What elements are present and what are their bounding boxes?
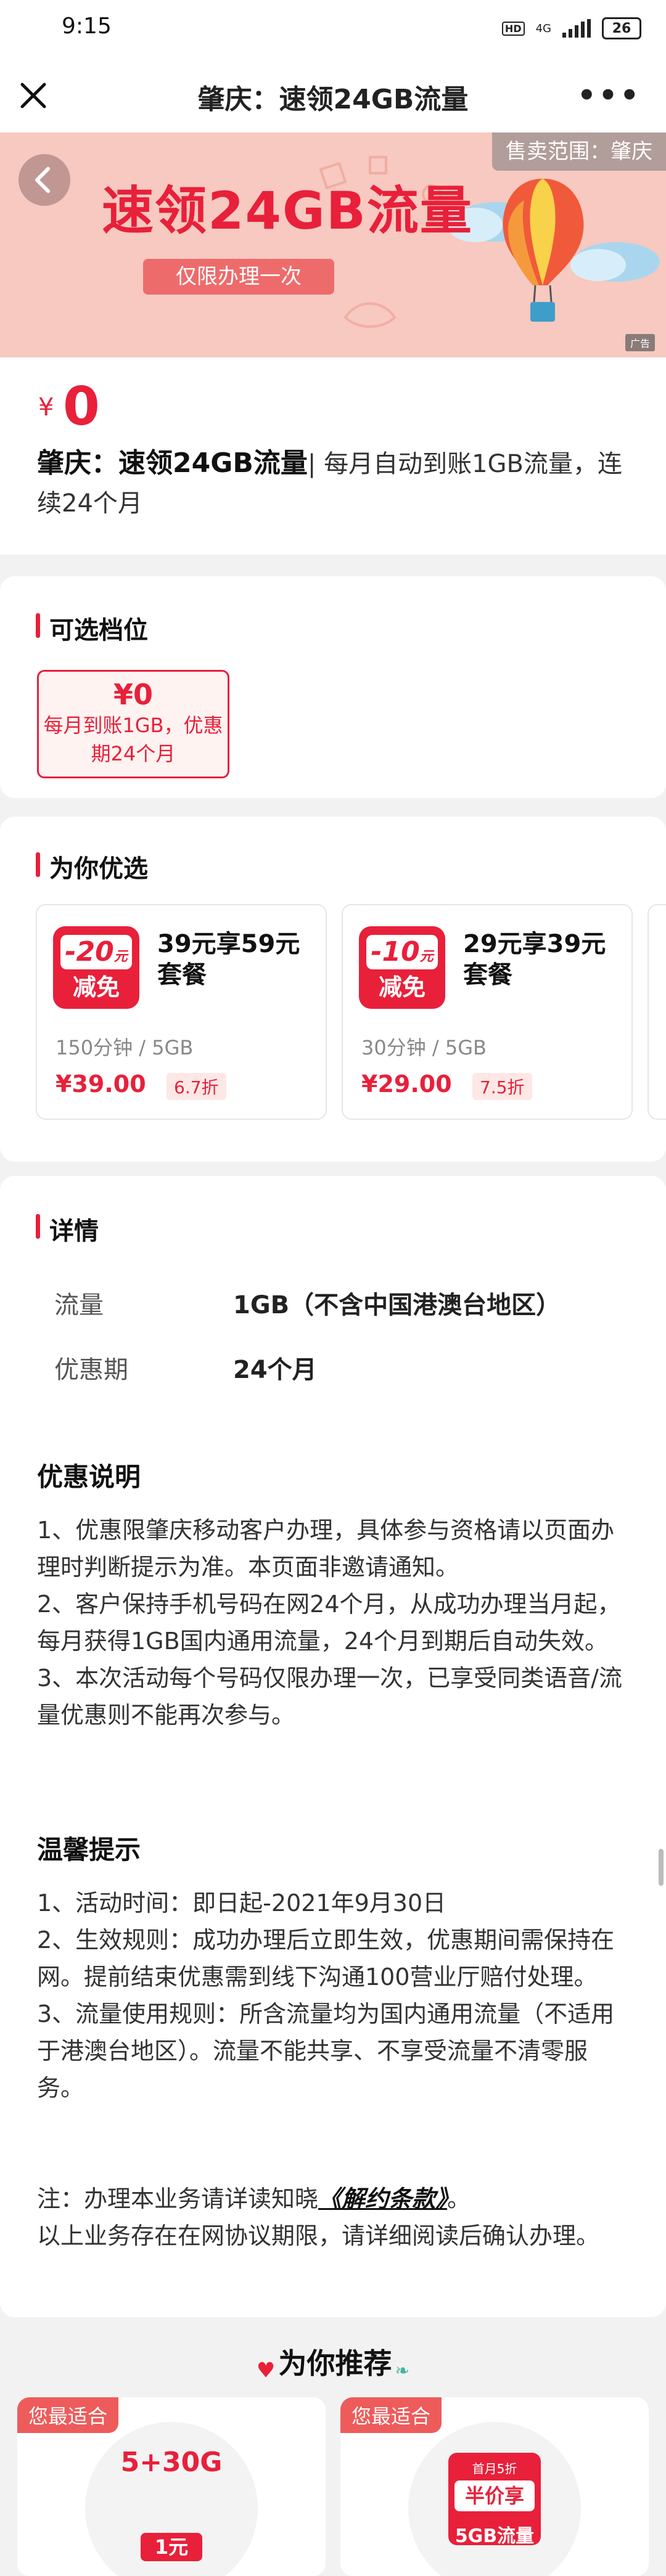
scrollbar-thumb[interactable] — [659, 1849, 664, 1886]
more-icon: ••• — [577, 78, 641, 113]
heart-icon: ♥ — [256, 2358, 276, 2383]
package-card-partial[interactable] — [648, 904, 666, 1120]
badge-amount: -20 — [65, 936, 114, 968]
section-accent-bar — [36, 613, 40, 638]
section-title-recommend: 为你优选 — [49, 855, 148, 883]
signal-icon — [562, 19, 591, 38]
detail-label-period: 优惠期 — [54, 1356, 128, 1384]
discount-badge: -10元 减免 — [359, 926, 445, 1009]
package-card[interactable]: -10元 减免 29元享39元套餐 30分钟 / 5GB ¥29.00 7.5折 — [342, 904, 633, 1120]
offer-item: 3、本次活动每个号码仅限办理一次，已享受同类语音/流量优惠则不能再次参与。 — [37, 1665, 622, 1729]
price-symbol: ¥ — [38, 393, 54, 422]
page-title: 肇庆：速领24GB流量 — [197, 84, 469, 115]
badge-unit: 元 — [419, 949, 434, 964]
detail-value-period: 24个月 — [233, 1356, 317, 1384]
bottom-recommend-header: ♥ 为你推荐 ❧ — [0, 2336, 666, 2391]
tips-item: 3、流量使用规则：所含流量均为国内通用流量（不适用于港澳台地区）。流量不能共享、… — [37, 2000, 615, 2101]
close-icon — [20, 83, 46, 108]
ad-tag: 广告 — [625, 334, 655, 351]
chevron-left-icon — [35, 167, 50, 193]
card-sub: 1元 — [141, 2533, 202, 2561]
note-suffix: 。 — [447, 2185, 471, 2212]
banner-title: 速领24GB流量 — [102, 181, 473, 241]
offer-title: 优惠说明 — [37, 1462, 141, 1492]
terms-link[interactable]: 《解约条款》 — [318, 2185, 447, 2212]
recommend-section: 为你优选 -20元 减免 39元享59元套餐 150分钟 / 5GB ¥39.0… — [0, 817, 666, 1162]
tier-option[interactable]: ¥0 每月到账1GB，优惠期24个月 — [37, 670, 229, 778]
card-sub: 5GB流量 — [454, 2525, 535, 2547]
status-time: 9:15 — [62, 14, 112, 39]
sale-region-badge: 售卖范围：肇庆 — [492, 132, 666, 171]
note-line-2: 以上业务存在在网协议期限，请详细阅读后确认办理。 — [37, 2222, 600, 2249]
tips-item: 1、活动时间：即日起-2021年9月30日 — [37, 1889, 446, 1917]
card-headline: 半价享 — [454, 2480, 535, 2511]
status-bar: 9:15 HD 4G 26 — [0, 0, 666, 59]
detail-value-traffic: 1GB（不含中国港澳台地区） — [233, 1291, 561, 1319]
network-label: 4G — [535, 22, 551, 35]
details-section: 详情 流量 1GB（不含中国港澳台地区） 优惠期 24个月 优惠说明 1、优惠限… — [0, 1176, 666, 2317]
product-price: 0 — [63, 376, 100, 438]
bottom-recommend-title: 为你推荐 — [278, 2347, 392, 2380]
section-accent-bar — [36, 852, 40, 877]
tier-section: 可选档位 ¥0 每月到账1GB，优惠期24个月 — [0, 576, 666, 798]
agreement-note: 注：办理本业务请详读知晓《解约条款》。 以上业务存在在网协议期限，请详细阅读后确… — [37, 2180, 629, 2254]
nav-header: 肇庆：速领24GB流量 ••• — [0, 59, 666, 132]
card-ribbon: 首月5折 — [472, 2461, 517, 2476]
leaf-icon: ❧ — [395, 2360, 410, 2381]
product-info-card: ¥ 0 肇庆：速领24GB流量| 每月自动到账1GB流量，连续24个月 — [0, 357, 666, 555]
close-button[interactable] — [14, 76, 53, 115]
product-description: 肇庆：速领24GB流量| 每月自动到账1GB流量，连续24个月 — [37, 444, 629, 523]
tier-desc: 每月到账1GB，优惠期24个月 — [43, 714, 223, 765]
offer-item: 1、优惠限肇庆移动客户办理，具体参与资格请以页面办理时判断提示为准。本页面非邀请… — [37, 1517, 615, 1581]
discount-badge: -20元 减免 — [53, 926, 139, 1009]
badge-label: 减免 — [72, 974, 120, 1001]
badge-label: 减免 — [378, 974, 426, 1001]
hd-icon: HD — [501, 21, 525, 36]
package-spec: 30分钟 / 5GB — [361, 1036, 487, 1059]
package-name: 29元享39元套餐 — [463, 930, 606, 989]
tips-list: 1、活动时间：即日起-2021年9月30日 2、生效规则：成功办理后立即生效，优… — [37, 1885, 629, 2106]
promo-banner[interactable]: 速领24GB流量 仅限办理一次 售卖范围：肇庆 广告 — [0, 132, 666, 357]
package-card[interactable]: -20元 减免 39元享59元套餐 150分钟 / 5GB ¥39.00 6.7… — [36, 904, 327, 1120]
badge-amount: -10 — [371, 936, 420, 968]
section-title-tiers: 可选档位 — [49, 616, 148, 645]
tips-title: 温馨提示 — [37, 1835, 141, 1865]
detail-label-traffic: 流量 — [54, 1291, 104, 1319]
package-name: 39元享59元套餐 — [157, 930, 300, 989]
banner-pill: 仅限办理一次 — [143, 259, 334, 295]
best-fit-tag: 您最适合 — [340, 2397, 442, 2433]
product-name: 肇庆：速领24GB流量 — [37, 447, 308, 479]
section-accent-bar — [36, 1214, 40, 1239]
package-discount: 7.5折 — [472, 1073, 532, 1100]
section-title-details: 详情 — [49, 1217, 99, 1245]
desc-separator: | — [307, 450, 316, 478]
battery-icon: 26 — [602, 17, 641, 39]
package-price: ¥39.00 — [56, 1070, 146, 1098]
banner-back-button[interactable] — [18, 154, 70, 206]
card-headline: 5+30G — [120, 2447, 223, 2478]
tier-price: ¥0 — [113, 678, 153, 711]
status-icons: HD 4G 26 — [501, 17, 641, 39]
package-discount: 6.7折 — [166, 1073, 226, 1100]
offer-list: 1、优惠限肇庆移动客户办理，具体参与资格请以页面办理时判断提示为准。本页面非邀请… — [37, 1512, 629, 1734]
offer-item: 2、客户保持手机号码在网24个月，从成功办理当月起，每月获得1GB国内通用流量，… — [37, 1591, 621, 1655]
badge-unit: 元 — [113, 949, 128, 964]
package-spec: 150分钟 / 5GB — [56, 1036, 194, 1059]
note-prefix: 注：办理本业务请详读知晓 — [37, 2185, 319, 2212]
recommend-product-card[interactable]: 您最适合 5+30G 1元 — [17, 2397, 326, 2576]
recommend-product-card[interactable]: 您最适合 首月5折 半价享 5GB流量 — [340, 2397, 649, 2576]
more-options-button[interactable]: ••• — [577, 81, 641, 110]
best-fit-tag: 您最适合 — [17, 2397, 119, 2433]
tips-item: 2、生效规则：成功办理后立即生效，优惠期间需保持在网。提前结束优惠需到线下沟通1… — [37, 1926, 615, 1991]
package-price: ¥29.00 — [361, 1070, 452, 1098]
